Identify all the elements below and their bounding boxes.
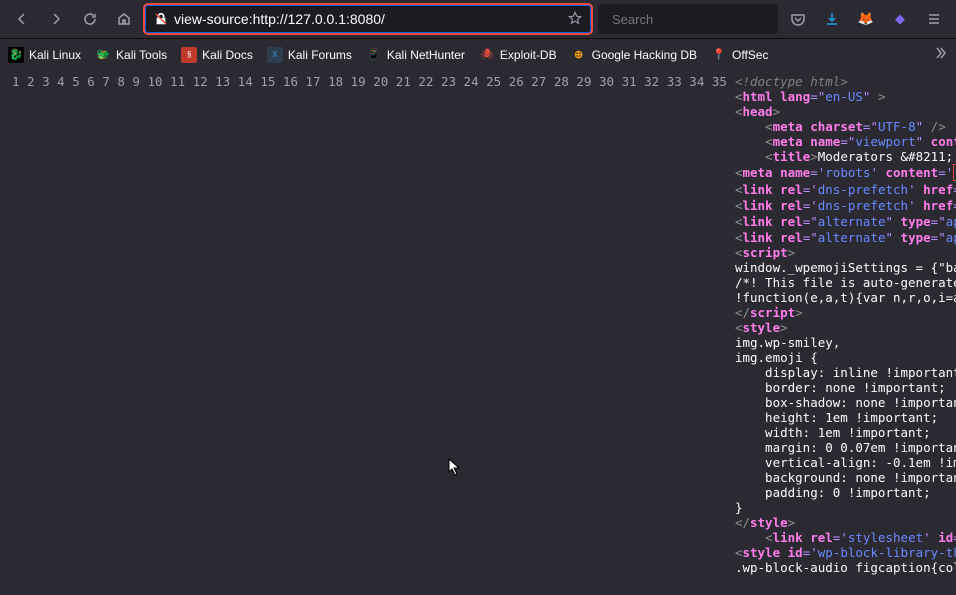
bookmark-kali-tools[interactable]: 🐲Kali Tools [95,47,167,63]
bookmark-kali-forums[interactable]: XKali Forums [267,47,352,63]
line-numbers: 1 2 3 4 5 6 7 8 9 10 11 12 13 14 15 16 1… [0,70,735,595]
back-button[interactable] [8,5,36,33]
forward-button[interactable] [42,5,70,33]
lock-icon [154,12,168,26]
bookmark-bar: 🐉Kali Linux 🐲Kali Tools §Kali Docs XKali… [0,38,956,70]
search-bar[interactable] [598,4,778,34]
bookmark-kali-docs[interactable]: §Kali Docs [181,47,253,63]
home-button[interactable] [110,5,138,33]
bookmark-overflow-icon[interactable] [932,45,948,64]
bookmark-kali-linux[interactable]: 🐉Kali Linux [8,47,81,63]
pocket-icon[interactable] [784,5,812,33]
extension-icon-2[interactable]: ◆ [886,5,914,33]
reload-button[interactable] [76,5,104,33]
bookmark-offsec[interactable]: 📍OffSec [711,47,768,63]
address-bar[interactable]: view-source:http://127.0.0.1:8080/ [144,4,592,34]
browser-toolbar: view-source:http://127.0.0.1:8080/ 🦊 ◆ [0,0,956,38]
search-input[interactable] [612,12,788,27]
bookmark-ghdb[interactable]: ⊕Google Hacking DB [571,47,697,63]
source-code: <!doctype html> <html lang="en-US" > <he… [735,70,956,595]
bookmark-kali-nethunter[interactable]: 📱Kali NetHunter [366,47,465,63]
extension-icon-1[interactable]: 🦊 [852,5,880,33]
url-text: view-source:http://127.0.0.1:8080/ [174,11,562,27]
bookmark-exploitdb[interactable]: 🕷Exploit-DB [479,47,557,63]
source-viewer[interactable]: 1 2 3 4 5 6 7 8 9 10 11 12 13 14 15 16 1… [0,70,956,595]
bookmark-star-icon[interactable] [568,11,582,28]
menu-icon[interactable] [920,5,948,33]
downloads-icon[interactable] [818,5,846,33]
